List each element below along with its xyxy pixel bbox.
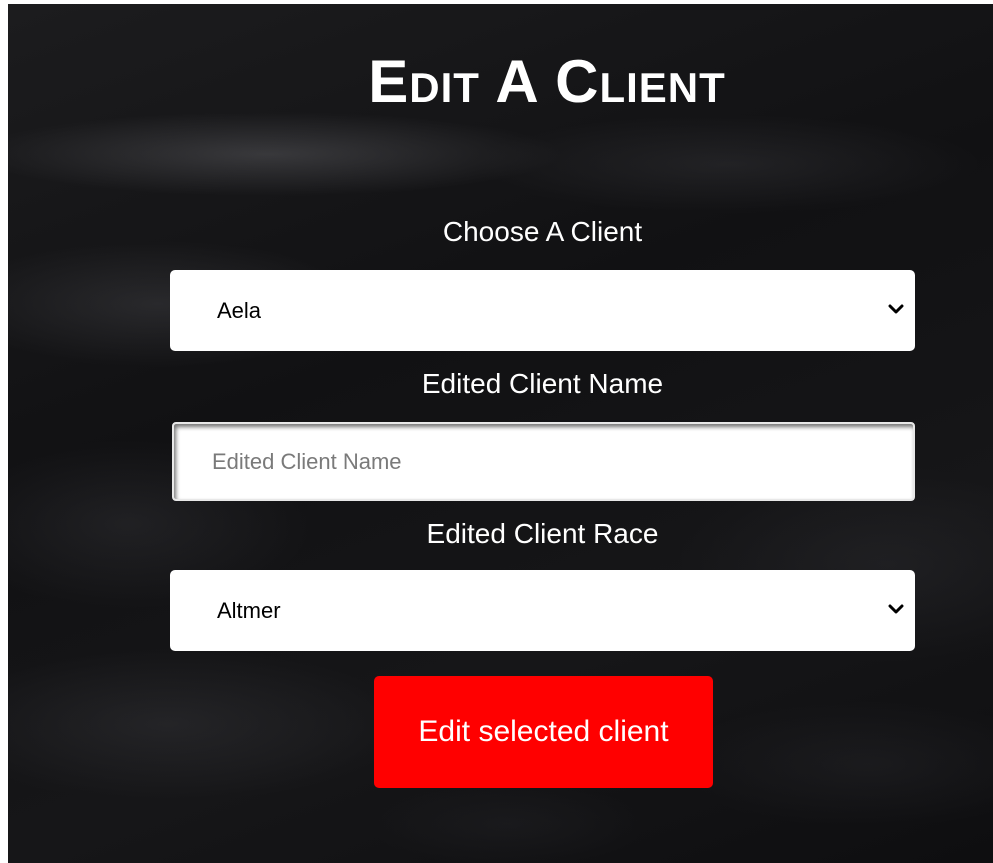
client-race-select-value: Altmer (217, 598, 281, 623)
page-title: Edit A Client (368, 48, 726, 115)
chevron-down-icon (888, 604, 904, 614)
client-race-select[interactable]: Altmer (170, 570, 915, 651)
client-select-value: Aela (217, 298, 262, 323)
edit-selected-client-button[interactable]: Edit selected client (374, 676, 713, 788)
edited-client-name-input[interactable] (172, 422, 915, 501)
client-select[interactable]: Aela (170, 270, 915, 351)
edited-client-race-label: Edited Client Race (426, 518, 659, 549)
chevron-down-icon (888, 304, 904, 314)
edited-client-name-label: Edited Client Name (421, 368, 664, 399)
choose-client-label: Choose A Client (442, 216, 643, 247)
form-background: Edit A Client Choose A Client Aela Edite… (8, 4, 993, 863)
